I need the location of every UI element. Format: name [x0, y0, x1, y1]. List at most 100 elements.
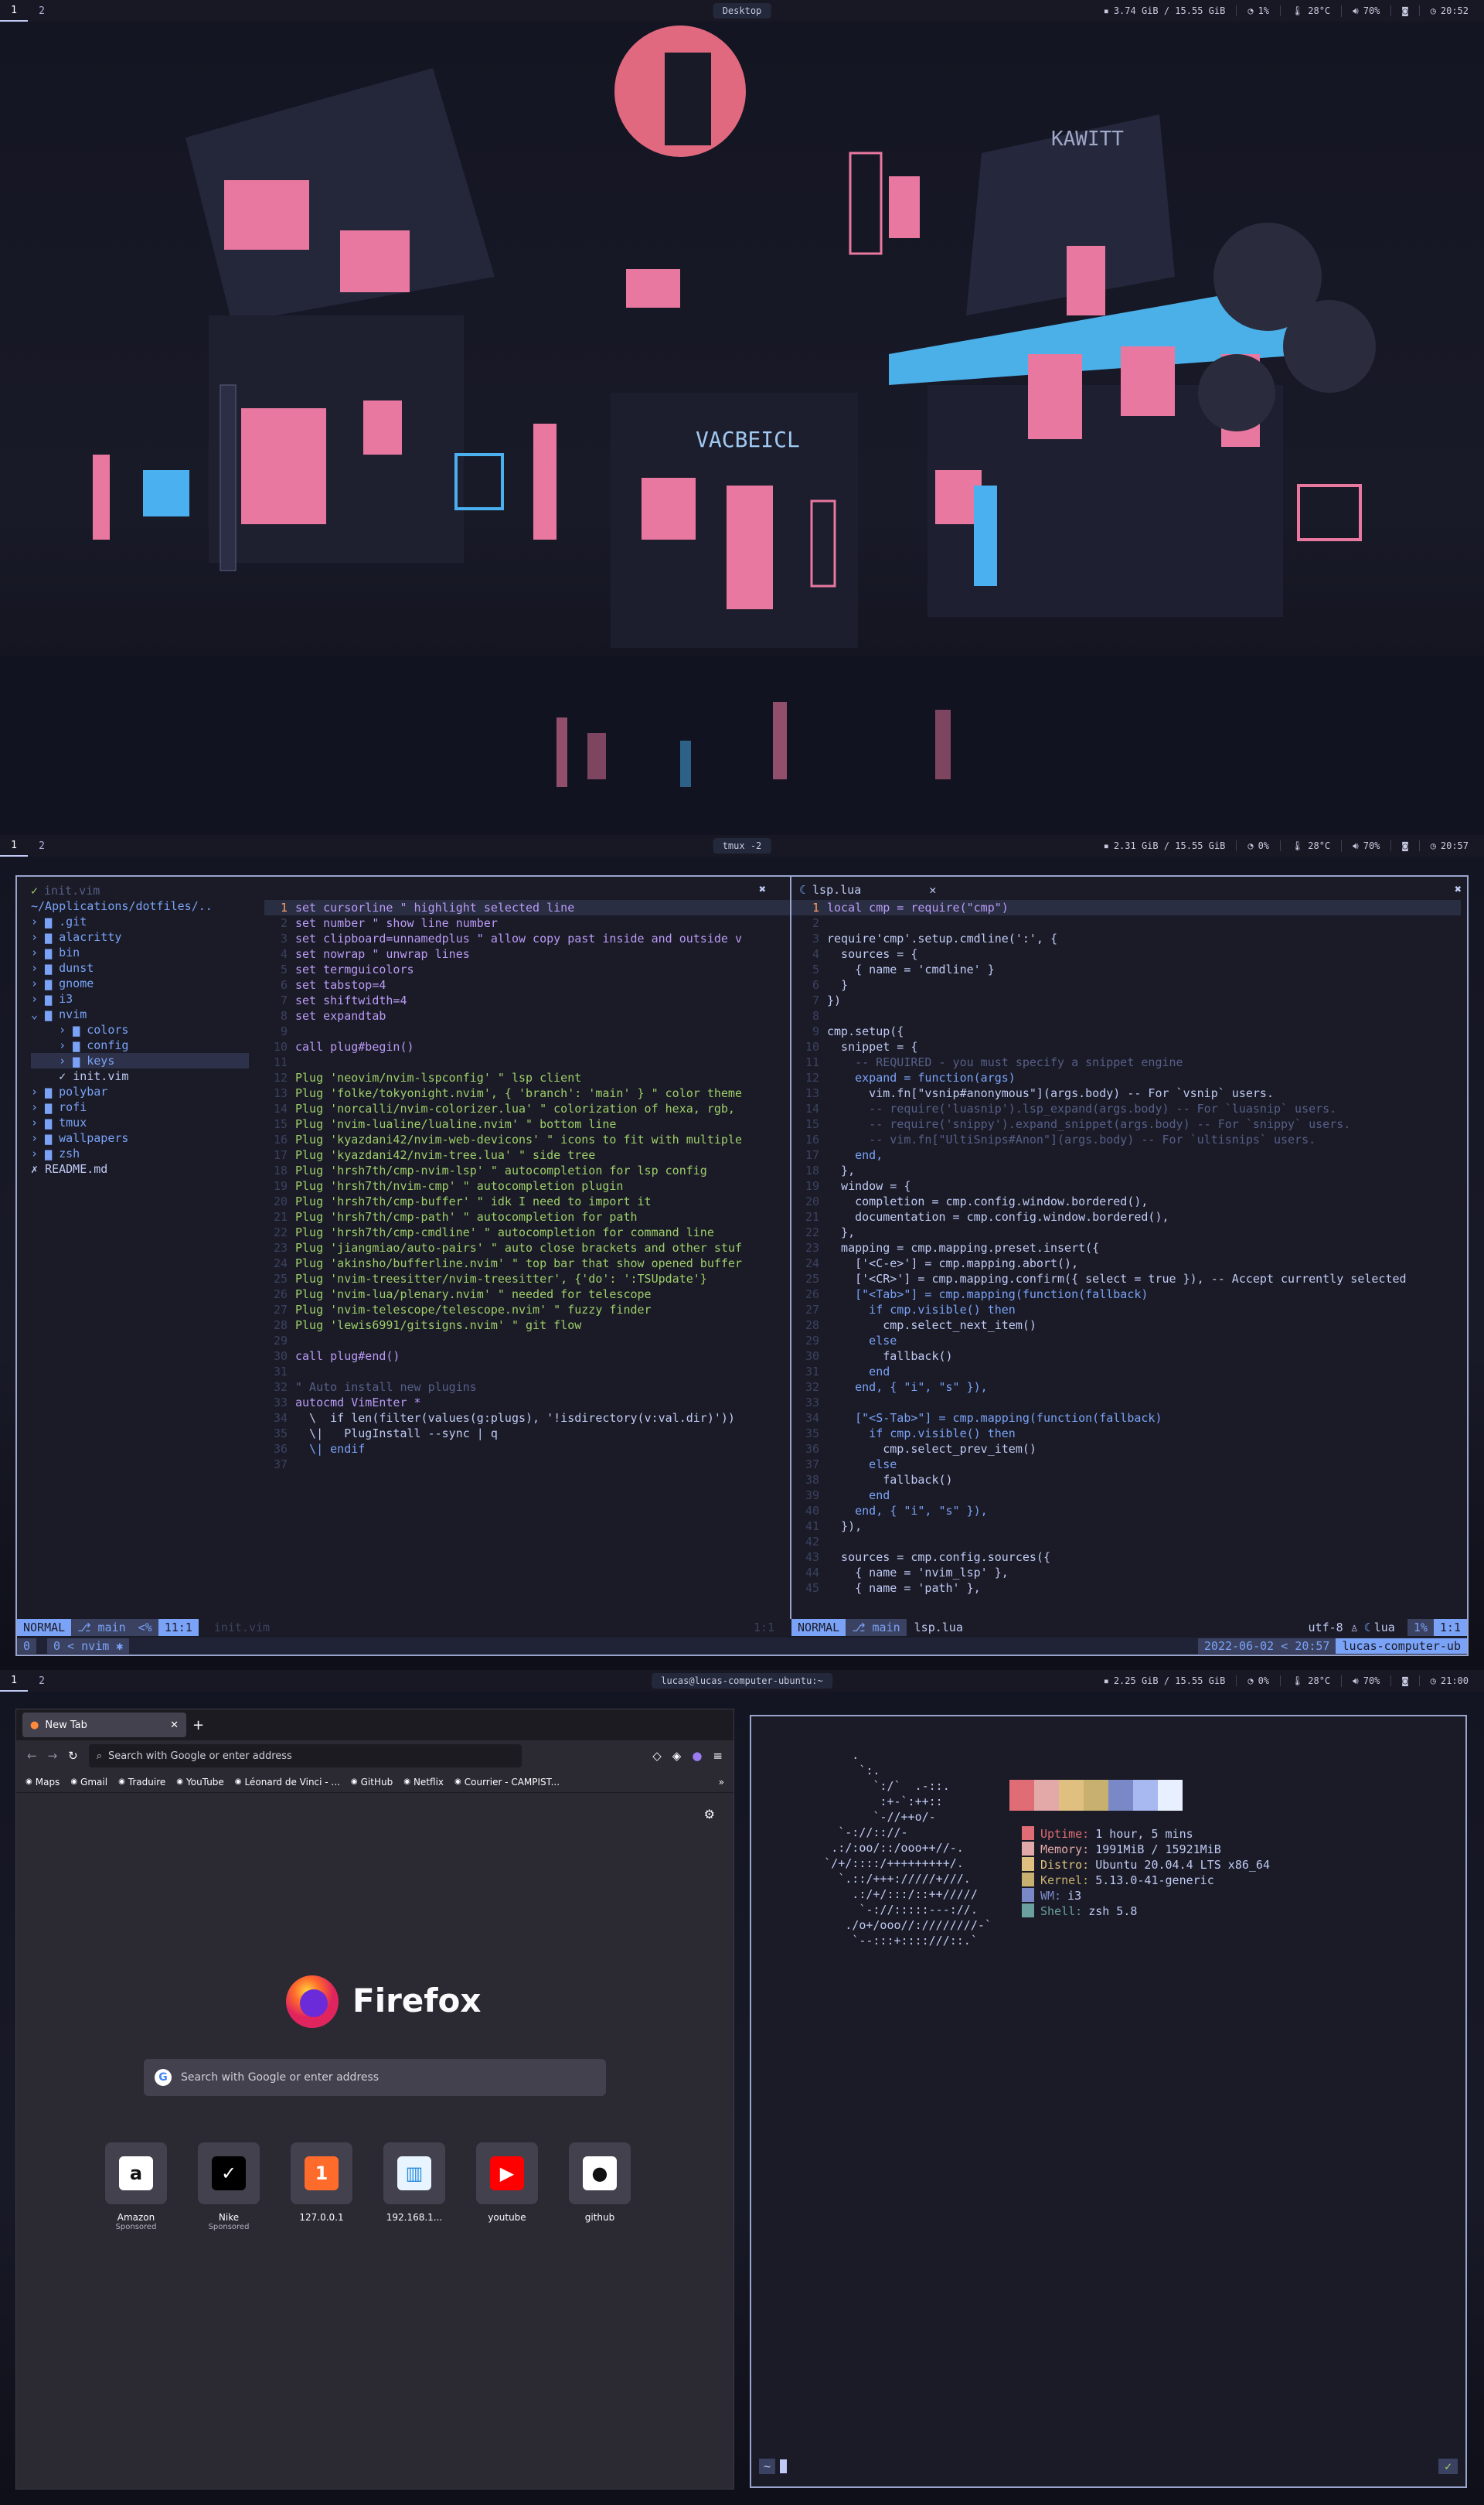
top-site-tile[interactable]: ● github — [569, 2142, 631, 2231]
tab-init-vim[interactable]: ✓ init.vim — [31, 883, 249, 898]
line-number: 11 — [273, 1055, 288, 1069]
volume-stat[interactable]: 🔊︎ 70% — [1341, 840, 1390, 852]
tree-item-label: zsh — [59, 1147, 80, 1160]
top-site-tile[interactable]: ▶ youtube — [476, 2142, 538, 2231]
top-site-tile[interactable]: 1 127.0.0.1 — [291, 2142, 352, 2231]
memory-icon: ▪ — [1103, 840, 1109, 851]
tree-item[interactable]: › ▆ keys — [31, 1053, 249, 1068]
file-encoding: utf-8 — [1308, 1621, 1343, 1634]
code-text: Plug 'lewis6991/gitsigns.nvim' " git flo… — [295, 1318, 582, 1332]
tree-item[interactable]: › ▆ colors — [31, 1022, 249, 1038]
tree-item[interactable]: › ▆ bin — [31, 945, 249, 960]
screenshot-stat[interactable]: ◙ — [1390, 840, 1418, 851]
url-bar[interactable]: ⌕ Search with Google or enter address — [88, 1744, 522, 1767]
shell-prompt[interactable]: ~ — [759, 2459, 788, 2474]
volume-stat[interactable]: 🔊︎ 70% — [1341, 1675, 1390, 1687]
firefox-window[interactable]: ● New Tab ✕ + ← → ↻ ⌕ Search with Google or… — [15, 1709, 734, 2490]
bookmark-item[interactable]: ◉ Gmail — [70, 1777, 107, 1788]
tmux-window[interactable]: 0 < nvim ✱ — [47, 1638, 130, 1654]
bookmark-item[interactable]: ◉ Maps — [26, 1777, 60, 1788]
tree-canopy — [1198, 354, 1275, 431]
new-tab-icon[interactable]: + — [192, 1717, 204, 1733]
tab-strip: ● New Tab ✕ + — [16, 1709, 733, 1740]
bookmark-item[interactable]: ◉ YouTube — [176, 1777, 224, 1788]
reload-icon[interactable]: ↻ — [68, 1749, 78, 1763]
tree-item[interactable]: › ▆ config — [31, 1038, 249, 1053]
top-site-tile[interactable]: ▥ 192.168.1... — [383, 2142, 445, 2231]
clock-stat: ◷ 20:57 — [1418, 840, 1479, 851]
workspace-2[interactable]: 2 — [28, 0, 56, 22]
tree-item[interactable]: ⌄ ▆ nvim — [31, 1007, 249, 1022]
bookmark-item[interactable]: ◉ Courrier - CAMPIST... — [454, 1777, 560, 1788]
tree-item[interactable]: › ▆ alacritty — [31, 929, 249, 945]
bookmark-item[interactable]: ◉ Netflix — [403, 1777, 444, 1788]
close-icon[interactable]: ✖ — [1455, 881, 1462, 897]
tree-item[interactable]: › ▆ dunst — [31, 960, 249, 976]
code-line: 29 else — [796, 1333, 1461, 1348]
branch-name: main — [97, 1621, 126, 1634]
tree-item-label: colors — [87, 1023, 129, 1037]
tree-item[interactable]: › ▆ tmux — [31, 1115, 249, 1130]
workspace-1[interactable]: 1 — [0, 835, 28, 857]
line-number: 10 — [273, 1040, 288, 1054]
workspace-1[interactable]: 1 — [0, 0, 28, 22]
extension-icon[interactable]: ◈ — [672, 1749, 682, 1763]
line-number: 27 — [273, 1303, 288, 1317]
code-text: \| endif — [295, 1442, 366, 1456]
tree-item[interactable]: › ▆ zsh — [31, 1146, 249, 1161]
tree-item[interactable]: › ▆ gnome — [31, 976, 249, 991]
line-number: 9 — [280, 1024, 288, 1038]
workspace-2[interactable]: 2 — [28, 1670, 56, 1692]
line-number: 16 — [805, 1133, 819, 1147]
code-text: Plug 'kyazdani42/nvim-web-devicons' " ic… — [295, 1133, 742, 1147]
screenshot-stat[interactable]: ◙ — [1390, 5, 1418, 16]
code-text: }, — [827, 1225, 856, 1239]
lsp-lua-editor[interactable]: 1 local cmp = require("cmp") 2 3 require'cmp… — [796, 900, 1461, 1642]
close-icon[interactable]: ✕ — [929, 882, 936, 898]
tab-lsp-lua[interactable]: ☾ lsp.lua ✕ — [799, 881, 936, 898]
line-number: 24 — [273, 1256, 288, 1270]
tree-item[interactable]: ✗ README.md — [31, 1161, 249, 1177]
screenshot-stat[interactable]: ◙ — [1390, 1675, 1418, 1686]
tree-item[interactable]: ✓ init.vim — [31, 1068, 249, 1084]
bookmark-item[interactable]: ◉ Léonard de Vinci - ... — [235, 1777, 340, 1788]
code-line: 14 -- require('luasnip').lsp_expand(args… — [796, 1101, 1461, 1116]
code-line: 4 sources = { — [796, 946, 1461, 962]
tree-item[interactable]: › ▆ .git — [31, 914, 249, 929]
cpu-stat: ◔ 0% — [1236, 840, 1280, 851]
tree-item-label: init.vim — [73, 1069, 129, 1083]
pocket-icon[interactable]: ◇ — [652, 1749, 662, 1763]
back-icon[interactable]: ← — [27, 1749, 37, 1763]
tab-new-tab[interactable]: ● New Tab ✕ — [22, 1713, 186, 1737]
close-icon[interactable]: ✕ — [170, 1719, 179, 1731]
terminal-window[interactable]: ✓ init.vim ~/Applications/dotfiles/.. › ▆… — [15, 875, 1469, 1656]
settings-gear-icon[interactable]: ⚙ — [704, 1807, 715, 1822]
page-search-box[interactable]: G Search with Google or enter address — [144, 2059, 606, 2096]
top-site-tile[interactable]: a Amazon Sponsored — [105, 2142, 167, 2231]
tree-item[interactable]: › ▆ rofi — [31, 1099, 249, 1115]
bookmark-item[interactable]: ◉ Traduire — [118, 1777, 165, 1788]
neofetch-terminal[interactable]: . `:. `:/` .-::. :+-`:++:: `-//++o/- `-:… — [750, 1715, 1467, 2488]
workspace-1[interactable]: 1 — [0, 1670, 28, 1692]
menu-icon[interactable]: ≡ — [713, 1749, 723, 1763]
tree-item[interactable]: › ▆ i3 — [31, 991, 249, 1007]
tower-silhouette — [665, 53, 711, 145]
file-tree[interactable]: ✓ init.vim ~/Applications/dotfiles/.. › ▆… — [17, 883, 249, 1625]
tree-item[interactable]: › ▆ polybar — [31, 1084, 249, 1099]
bookmark-item[interactable]: ◉ GitHub — [351, 1777, 393, 1788]
site-glyph: ● — [583, 2156, 617, 2190]
init-vim-editor[interactable]: 1 set cursorline " highlight selected lin… — [264, 900, 798, 1642]
bookmarks-overflow-icon[interactable]: » — [719, 1777, 724, 1788]
forward-icon[interactable]: → — [48, 1749, 58, 1763]
profile-icon[interactable]: ● — [692, 1749, 702, 1763]
close-icon[interactable]: ✖ — [759, 881, 766, 897]
workspace-2[interactable]: 2 — [28, 835, 56, 857]
tree-item[interactable]: › ▆ wallpapers — [31, 1130, 249, 1146]
code-text: fallback() — [827, 1473, 953, 1487]
line-number: 20 — [273, 1195, 288, 1208]
info-key: Memory: — [1040, 1842, 1090, 1856]
volume-stat[interactable]: 🔊︎ 70% — [1341, 5, 1390, 17]
git-branch: ⎇ main — [846, 1619, 907, 1636]
top-site-tile[interactable]: ✓ Nike Sponsored — [198, 2142, 260, 2231]
file-type: lua — [1373, 1621, 1395, 1634]
